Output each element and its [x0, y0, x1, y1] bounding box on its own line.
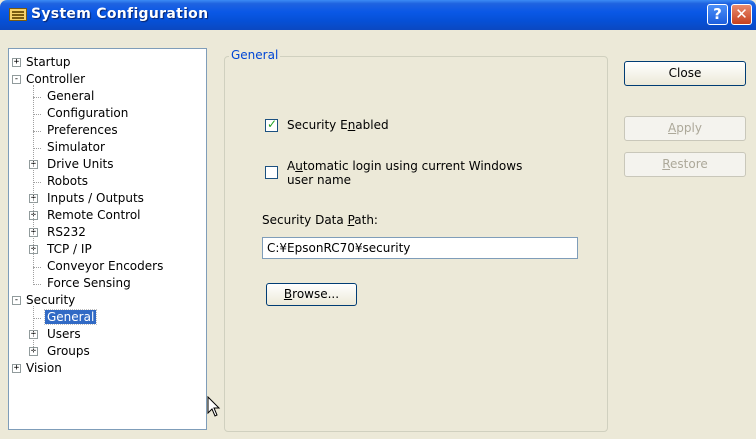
tree-item-drive-units[interactable]: Drive Units	[45, 156, 116, 173]
help-button[interactable]: ?	[707, 4, 728, 25]
tree-item-preferences[interactable]: Preferences	[45, 122, 120, 139]
tree-connector	[33, 114, 41, 115]
tree-connector	[33, 85, 34, 285]
tree-item-label: Preferences	[47, 123, 118, 137]
tree-item-general[interactable]: General	[43, 309, 98, 326]
system-configuration-window: System Configuration ? ✕ Startup + Control…	[0, 0, 756, 439]
auto-login-checkbox[interactable]	[265, 166, 278, 179]
tree-item-label: Drive Units	[47, 157, 114, 171]
tree-item-label: RS232	[47, 225, 86, 239]
config-tree[interactable]: Startup + Controller - General Configuration P…	[8, 48, 207, 430]
tree-item-groups[interactable]: Groups	[45, 343, 92, 360]
tree-connector	[33, 131, 41, 132]
auto-login-label[interactable]: Automatic login using current Windows use…	[287, 159, 522, 187]
tree-connector	[33, 318, 41, 319]
tree-item-force-sensing[interactable]: Force Sensing	[45, 275, 133, 292]
group-title: General	[229, 48, 281, 62]
tree-connector	[33, 97, 41, 98]
title-bar[interactable]: System Configuration ? ✕	[0, 0, 756, 30]
tree-item-label: Groups	[47, 344, 90, 358]
tree-item-label: Vision	[26, 361, 62, 375]
security-data-path-input[interactable]: C:¥EpsonRC70¥security	[262, 237, 578, 259]
tree-connector	[33, 148, 41, 149]
tree-connector	[33, 284, 41, 285]
app-icon	[9, 8, 27, 21]
mouse-cursor-icon	[207, 396, 221, 417]
tree-item-robots[interactable]: Robots	[45, 173, 90, 190]
tree-item-general[interactable]: General	[45, 88, 96, 105]
tree-item-label: General	[47, 89, 95, 103]
restore-button[interactable]: Restore	[624, 152, 746, 177]
tree-connector	[33, 267, 41, 268]
tree-item-label: Configuration	[47, 106, 129, 120]
tree-item-label: Simulator	[47, 140, 105, 154]
expand-toggle-icon[interactable]: +	[12, 58, 21, 67]
tree-item-label: Users	[47, 327, 81, 341]
tree-item-label: Robots	[47, 174, 89, 188]
tree-item-label: Controller	[26, 72, 86, 86]
tree-item-label: Security	[26, 293, 76, 307]
tree-item-simulator[interactable]: Simulator	[45, 139, 107, 156]
security-enabled-checkbox[interactable]	[265, 117, 278, 132]
tree-item-vision[interactable]: Vision	[24, 360, 64, 377]
tree-item-label: TCP / IP	[47, 242, 92, 256]
tree-connector	[33, 182, 41, 183]
tree-item-rs232[interactable]: RS232	[45, 224, 88, 241]
tree-connector	[33, 306, 34, 353]
security-data-path-label: Security Data Path:	[262, 213, 378, 227]
window-title: System Configuration	[31, 6, 209, 22]
tree-item-startup[interactable]: Startup	[24, 54, 73, 71]
window-close-button[interactable]: ✕	[731, 4, 752, 25]
tree-item-label: Inputs / Outputs	[47, 191, 144, 205]
tree-item-users[interactable]: Users	[45, 326, 83, 343]
expand-toggle-icon[interactable]: -	[12, 296, 21, 305]
tree-item-label: Conveyor Encoders	[47, 259, 164, 273]
browse-button[interactable]: Browse...	[266, 283, 357, 306]
tree-item-security[interactable]: Security	[24, 292, 77, 309]
expand-toggle-icon[interactable]: -	[12, 75, 21, 84]
tree-item-conveyor-encoders[interactable]: Conveyor Encoders	[45, 258, 165, 275]
tree-item-inputs-outputs[interactable]: Inputs / Outputs	[45, 190, 146, 207]
tree-item-label: Startup	[26, 55, 71, 69]
tree-item-label: Remote Control	[47, 208, 141, 222]
apply-button[interactable]: Apply	[624, 116, 746, 141]
tree-item-configuration[interactable]: Configuration	[45, 105, 130, 122]
security-enabled-label[interactable]: Security Enabled	[287, 118, 389, 132]
tree-item-label: General	[43, 309, 98, 325]
tree-item-tcp-ip[interactable]: TCP / IP	[45, 241, 94, 258]
expand-toggle-icon[interactable]: +	[12, 364, 21, 373]
tree-item-label: Force Sensing	[47, 276, 131, 290]
close-button[interactable]: Close	[624, 61, 746, 86]
tree-item-remote-control[interactable]: Remote Control	[45, 207, 143, 224]
